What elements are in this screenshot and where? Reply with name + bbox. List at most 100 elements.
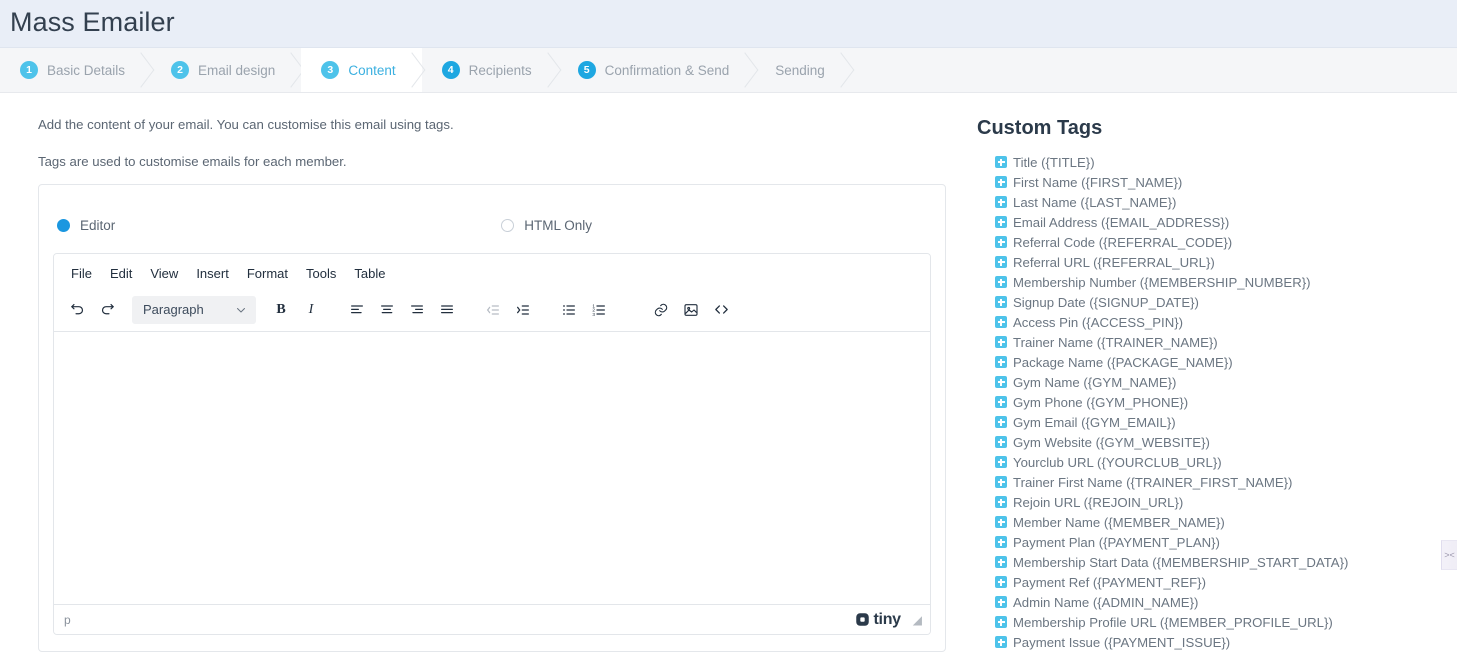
custom-tag-item[interactable]: Trainer First Name ({TRAINER_FIRST_NAME}… [995,472,1430,492]
custom-tag-item[interactable]: Member Name ({MEMBER_NAME}) [995,512,1430,532]
custom-tag-item[interactable]: Yourclub URL ({YOURCLUB_URL}) [995,452,1430,472]
custom-tag-item[interactable]: Gym Website ({GYM_WEBSITE}) [995,432,1430,452]
side-panel-handle[interactable]: >< [1441,540,1457,570]
custom-tag-item[interactable]: Gym Email ({GYM_EMAIL}) [995,412,1430,432]
custom-tag-item[interactable]: Gym Name ({GYM_NAME}) [995,372,1430,392]
plus-icon[interactable] [995,216,1007,228]
plus-icon[interactable] [995,616,1007,628]
plus-icon[interactable] [995,436,1007,448]
editor-menu-tools[interactable]: Tools [297,262,345,285]
redo-icon[interactable] [93,296,121,324]
plus-icon[interactable] [995,236,1007,248]
custom-tag-item[interactable]: Membership Start Data ({MEMBERSHIP_START… [995,552,1430,572]
plus-icon[interactable] [995,356,1007,368]
plus-icon[interactable] [995,336,1007,348]
custom-tag-item[interactable]: Referral Code ({REFERRAL_CODE}) [995,232,1430,252]
align-center-icon[interactable] [373,296,401,324]
wizard-step-label: Content [348,62,396,78]
plus-icon[interactable] [995,376,1007,388]
editor-menu-format[interactable]: Format [238,262,297,285]
plus-icon[interactable] [995,276,1007,288]
plus-icon[interactable] [995,316,1007,328]
bold-icon[interactable]: B [267,296,295,324]
source-code-icon[interactable] [707,296,735,324]
plus-icon[interactable] [995,156,1007,168]
custom-tag-item[interactable]: Rejoin URL ({REJOIN_URL}) [995,492,1430,512]
custom-tag-label: Referral Code ({REFERRAL_CODE}) [1013,234,1233,250]
custom-tag-item[interactable]: Admin Name ({ADMIN_NAME}) [995,592,1430,612]
custom-tags-column: Custom Tags Title ({TITLE}) First Name ({… [940,93,1430,652]
custom-tag-item[interactable]: Gym Phone ({GYM_PHONE}) [995,392,1430,412]
custom-tag-item[interactable]: Last Name ({LAST_NAME}) [995,192,1430,212]
custom-tag-item[interactable]: Payment Plan ({PAYMENT_PLAN}) [995,532,1430,552]
image-icon[interactable] [677,296,705,324]
wizard-step-label: Sending [775,62,825,78]
plus-icon[interactable] [995,256,1007,268]
align-right-icon[interactable] [403,296,431,324]
wizard-step-basic-details[interactable]: 1 Basic Details [0,48,151,92]
plus-icon[interactable] [995,456,1007,468]
wizard-step-email-design[interactable]: 2 Email design [151,48,301,92]
plus-icon[interactable] [995,596,1007,608]
editor-content-area[interactable] [54,332,930,604]
mode-option-editor[interactable]: Editor [57,218,115,233]
align-justify-icon[interactable] [433,296,461,324]
editor-card: Editor HTML Only File Edit View Insert Forma… [38,184,946,652]
custom-tag-item[interactable]: Title ({TITLE}) [995,152,1430,172]
editor-menu-view[interactable]: View [141,262,187,285]
custom-tag-item[interactable]: Package Name ({PACKAGE_NAME}) [995,352,1430,372]
plus-icon[interactable] [995,556,1007,568]
wizard-step-chevron-icon [734,48,756,92]
plus-icon[interactable] [995,476,1007,488]
radio-html-only[interactable] [501,219,515,232]
custom-tag-label: Last Name ({LAST_NAME}) [1013,194,1177,210]
intro-line-1: Add the content of your email. You can c… [38,117,454,132]
format-select[interactable]: Paragraph [132,295,256,324]
editor-menu-table[interactable]: Table [345,262,394,285]
wizard-step-content[interactable]: 3 Content [301,48,422,92]
custom-tag-item[interactable]: Payment Issue ({PAYMENT_ISSUE}) [995,632,1430,652]
bullet-list-icon[interactable] [555,296,583,324]
custom-tag-item[interactable]: First Name ({FIRST_NAME}) [995,172,1430,192]
link-icon[interactable] [647,296,675,324]
custom-tag-item[interactable]: Referral URL ({REFERRAL_URL}) [995,252,1430,272]
mode-option-html-only[interactable]: HTML Only [501,218,592,233]
plus-icon[interactable] [995,576,1007,588]
editor-menu-file[interactable]: File [62,262,101,285]
align-left-icon[interactable] [343,296,371,324]
plus-icon[interactable] [995,196,1007,208]
element-path[interactable]: p [64,613,71,627]
undo-icon[interactable] [63,296,91,324]
wizard-step-confirmation-send[interactable]: 5 Confirmation & Send [558,48,756,92]
wizard-step-sending[interactable]: Sending [755,48,851,92]
custom-tag-label: Admin Name ({ADMIN_NAME}) [1013,594,1199,610]
plus-icon[interactable] [995,396,1007,408]
editor-menu-edit[interactable]: Edit [101,262,141,285]
custom-tag-label: Payment Issue ({PAYMENT_ISSUE}) [1013,634,1231,650]
custom-tag-item[interactable]: Trainer Name ({TRAINER_NAME}) [995,332,1430,352]
resize-handle-icon[interactable]: ◢ [913,613,922,627]
plus-icon[interactable] [995,516,1007,528]
plus-icon[interactable] [995,496,1007,508]
custom-tag-item[interactable]: Membership Profile URL ({MEMBER_PROFILE_… [995,612,1430,632]
plus-icon[interactable] [995,296,1007,308]
plus-icon[interactable] [995,536,1007,548]
italic-icon[interactable]: I [297,296,325,324]
plus-icon[interactable] [995,416,1007,428]
custom-tag-item[interactable]: Membership Number ({MEMBERSHIP_NUMBER}) [995,272,1430,292]
tinymce-branding[interactable]: tiny ◢ [855,611,922,629]
custom-tag-item[interactable]: Email Address ({EMAIL_ADDRESS}) [995,212,1430,232]
editor-menu-insert[interactable]: Insert [187,262,238,285]
wizard-step-recipients[interactable]: 4 Recipients [422,48,558,92]
custom-tag-item[interactable]: Payment Ref ({PAYMENT_REF}) [995,572,1430,592]
custom-tag-item[interactable]: Signup Date ({SIGNUP_DATE}) [995,292,1430,312]
custom-tag-item[interactable]: Access Pin ({ACCESS_PIN}) [995,312,1430,332]
plus-icon[interactable] [995,176,1007,188]
plus-icon[interactable] [995,636,1007,648]
radio-editor[interactable] [57,219,70,232]
outdent-icon[interactable] [479,296,507,324]
custom-tag-label: Membership Profile URL ({MEMBER_PROFILE_… [1013,614,1333,630]
numbered-list-icon[interactable]: 123 [585,296,613,324]
indent-icon[interactable] [509,296,537,324]
wizard-step-badge: 3 [321,61,340,79]
